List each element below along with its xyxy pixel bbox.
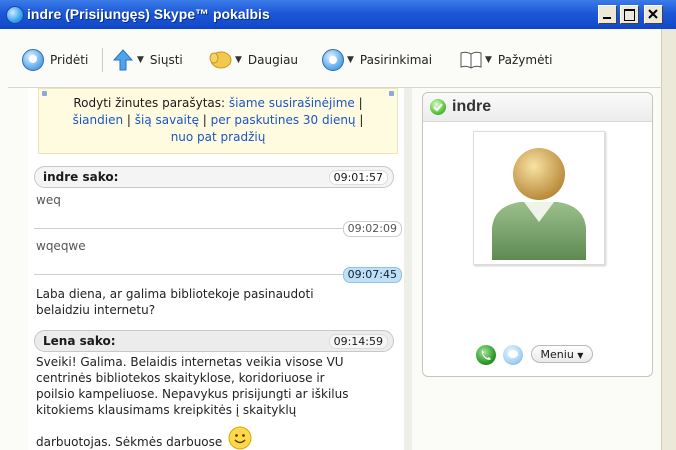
contact-controls: Meniu ▼ bbox=[423, 342, 652, 365]
message-divider bbox=[34, 228, 394, 229]
message-text: Sveiki! Galima. Belaidis internetas veik… bbox=[36, 354, 396, 450]
message-line: kitokiems klausimams kreipkitės į skaity… bbox=[36, 403, 297, 417]
smiley-icon bbox=[228, 426, 252, 450]
toolbar: Pridėti ▼ Siųsti ▼ Daugiau ▼ Pasirinkima… bbox=[8, 37, 662, 88]
phone-icon bbox=[481, 350, 491, 360]
contact-menu-label: Meniu bbox=[540, 348, 574, 361]
options-button-label: Pasirinkimai bbox=[359, 53, 433, 67]
message-timestamp: 09:14:59 bbox=[328, 334, 388, 349]
more-dropdown-caret: ▼ bbox=[235, 55, 242, 65]
scrollbar[interactable] bbox=[404, 88, 412, 450]
message-divider bbox=[34, 274, 394, 275]
send-dropdown-caret: ▼ bbox=[137, 55, 144, 65]
options-dropdown-caret: ▼ bbox=[347, 55, 354, 65]
mark-dropdown-caret: ▼ bbox=[485, 55, 492, 65]
message-line: centrinės bibliotekos skaityklose, korid… bbox=[36, 371, 325, 385]
close-icon bbox=[648, 9, 658, 19]
minimize-icon bbox=[603, 17, 611, 19]
maximize-icon bbox=[624, 9, 635, 21]
title-bar[interactable]: indre (Prisijungęs) Skype™ pokalbis bbox=[0, 0, 676, 29]
more-button[interactable]: ▼ Daugiau bbox=[208, 47, 298, 73]
message-line: Sveiki! Galima. Belaidis internetas veik… bbox=[36, 355, 344, 369]
chat-button[interactable] bbox=[503, 345, 523, 365]
add-button-label: Pridėti bbox=[50, 53, 89, 67]
history-link-last-30-days[interactable]: per paskutines 30 dienų bbox=[211, 113, 356, 127]
window-border bbox=[661, 29, 676, 450]
history-link-today[interactable]: šiandien bbox=[73, 113, 123, 127]
message-line: darbuotojas. Sėkmės darbuose bbox=[36, 426, 396, 450]
pin-icon bbox=[389, 91, 394, 96]
contact-menu-button[interactable]: Meniu ▼ bbox=[531, 345, 593, 363]
minimize-button[interactable] bbox=[598, 5, 617, 24]
mark-button[interactable]: ▼ Pažymėti bbox=[460, 47, 552, 73]
default-avatar-icon bbox=[492, 148, 586, 260]
options-button[interactable]: ▼ Pasirinkimai bbox=[322, 47, 432, 73]
skype-icon bbox=[6, 6, 24, 24]
history-notice-prefix: Rodyti žinutes parašytas: bbox=[73, 96, 226, 110]
message-timestamp: 09:02:09 bbox=[342, 221, 402, 237]
send-button-label: Siųsti bbox=[149, 53, 183, 67]
contact-name: indre bbox=[452, 98, 492, 115]
toolbar-divider bbox=[102, 48, 103, 72]
pin-icon bbox=[42, 91, 47, 96]
add-contact-icon bbox=[22, 49, 44, 71]
message-text: wqeqwe bbox=[36, 239, 86, 253]
close-button[interactable] bbox=[644, 5, 663, 24]
message-line-text: darbuotojas. Sėkmės darbuose bbox=[36, 435, 223, 449]
chevron-down-icon: ▼ bbox=[577, 351, 584, 360]
history-notice: Rodyti žinutes parašytas: šiame susiraši… bbox=[38, 88, 398, 154]
send-arrow-icon bbox=[112, 49, 134, 71]
conversation-panel[interactable]: Rodyti žinutes parašytas: šiame susiraši… bbox=[28, 88, 406, 450]
options-icon bbox=[322, 49, 344, 71]
avatar bbox=[473, 131, 605, 265]
book-icon bbox=[460, 51, 482, 69]
message-header: Lena sako: 09:14:59 bbox=[34, 330, 394, 352]
message-timestamp: 09:01:57 bbox=[328, 170, 388, 185]
add-button[interactable]: Pridėti bbox=[22, 47, 88, 73]
chat-bubble-icon bbox=[508, 350, 518, 358]
chat-window: indre (Prisijungęs) Skype™ pokalbis Prid… bbox=[0, 0, 676, 450]
sender-name: Lena sako: bbox=[43, 334, 116, 348]
call-button[interactable] bbox=[476, 345, 496, 365]
send-button[interactable]: ▼ Siųsti bbox=[112, 47, 183, 73]
message-text: Laba diena, ar galima bibliotekoje pasin… bbox=[36, 287, 314, 317]
mark-button-label: Pažymėti bbox=[497, 53, 553, 67]
more-button-label: Daugiau bbox=[247, 53, 299, 67]
sender-name: indre sako: bbox=[43, 170, 119, 184]
message-text: weq bbox=[36, 193, 61, 207]
history-link-this-week[interactable]: šią savaitę bbox=[135, 113, 199, 127]
maximize-button[interactable] bbox=[620, 5, 639, 24]
history-link-this-conversation[interactable]: šiame susirašinėjime bbox=[229, 96, 355, 110]
contact-header: indre bbox=[423, 93, 652, 122]
message-line: poilsio kampeliuose. Nepavykus prisijung… bbox=[36, 387, 349, 401]
history-link-from-start[interactable]: nuo pat pradžių bbox=[171, 130, 266, 144]
window-title: indre (Prisijungęs) Skype™ pokalbis bbox=[27, 6, 270, 22]
more-icon bbox=[209, 51, 232, 69]
contact-panel: indre Meniu ▼ bbox=[422, 92, 653, 377]
message-timestamp: 09:07:45 bbox=[342, 267, 402, 283]
online-status-icon bbox=[430, 99, 446, 115]
message-header: indre sako: 09:01:57 bbox=[34, 166, 394, 188]
